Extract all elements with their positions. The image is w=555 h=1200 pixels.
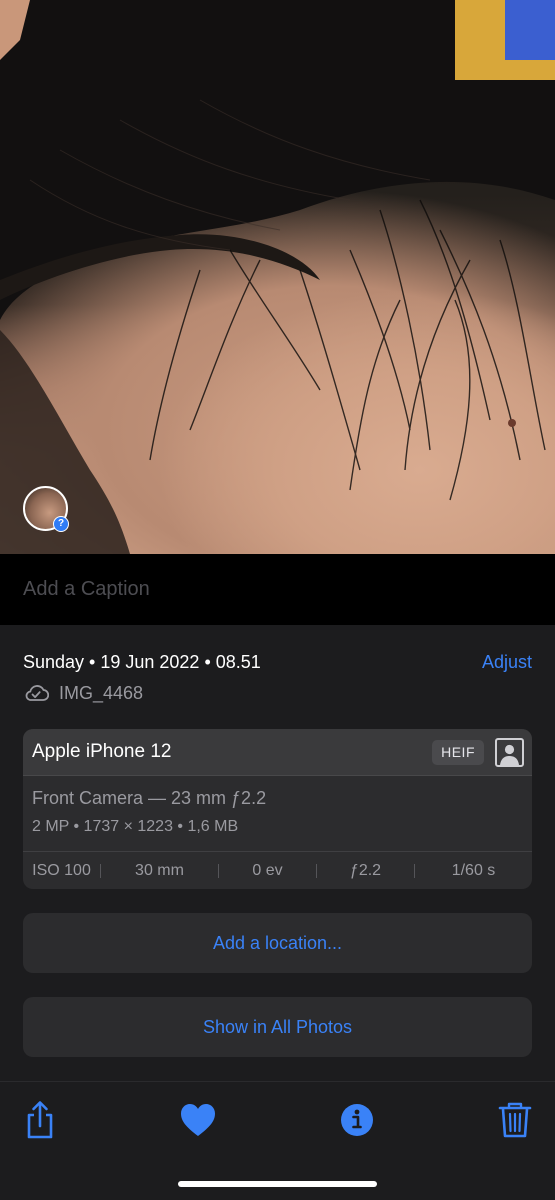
exif-focal-length: 30 mm <box>135 861 184 879</box>
show-in-all-photos-button[interactable]: Show in All Photos <box>23 997 532 1057</box>
exif-shutter-speed: 1/60 s <box>451 861 496 879</box>
device-name: Apple iPhone 12 <box>32 741 172 762</box>
cloud-check-icon <box>25 685 49 701</box>
info-panel: Sunday • 19 Jun 2022 • 08.51 Adjust IMG_… <box>0 625 555 1081</box>
adjust-button[interactable]: Adjust <box>482 652 532 673</box>
hair-strands <box>0 0 555 554</box>
people-face-badge[interactable]: ? <box>23 486 69 532</box>
photo-view[interactable]: ? <box>0 0 555 554</box>
portrait-icon <box>495 738 524 767</box>
unknown-person-icon: ? <box>53 516 69 532</box>
share-icon[interactable] <box>20 1100 60 1140</box>
exif-aperture: ƒ2.2 <box>349 861 382 879</box>
camera-header: Apple iPhone 12 HEIF <box>23 729 532 776</box>
add-location-button[interactable]: Add a location... <box>23 913 532 973</box>
format-badge: HEIF <box>432 740 484 765</box>
exif-iso: ISO 100 <box>32 861 91 879</box>
heart-icon[interactable] <box>178 1100 218 1140</box>
lens-info: Front Camera — 23 mm ƒ2.2 <box>32 788 267 808</box>
info-icon[interactable] <box>337 1100 377 1140</box>
image-specs: 2 MP • 1737 × 1223 • 1,6 MB <box>32 818 239 835</box>
file-name: IMG_4468 <box>59 682 144 703</box>
exif-exposure-value: 0 ev <box>252 861 283 879</box>
exif-row: ISO 100 30 mm 0 ev ƒ2.2 1/60 s <box>23 851 532 889</box>
home-indicator[interactable] <box>178 1181 377 1187</box>
caption-area[interactable]: Add a Caption <box>0 554 555 625</box>
trash-icon[interactable] <box>495 1100 535 1140</box>
file-row: IMG_4468 <box>23 681 143 705</box>
caption-placeholder[interactable]: Add a Caption <box>23 578 150 601</box>
date-time: Sunday • 19 Jun 2022 • 08.51 <box>23 652 261 672</box>
camera-info-card: Apple iPhone 12 HEIF Front Camera — 23 m… <box>23 729 532 889</box>
